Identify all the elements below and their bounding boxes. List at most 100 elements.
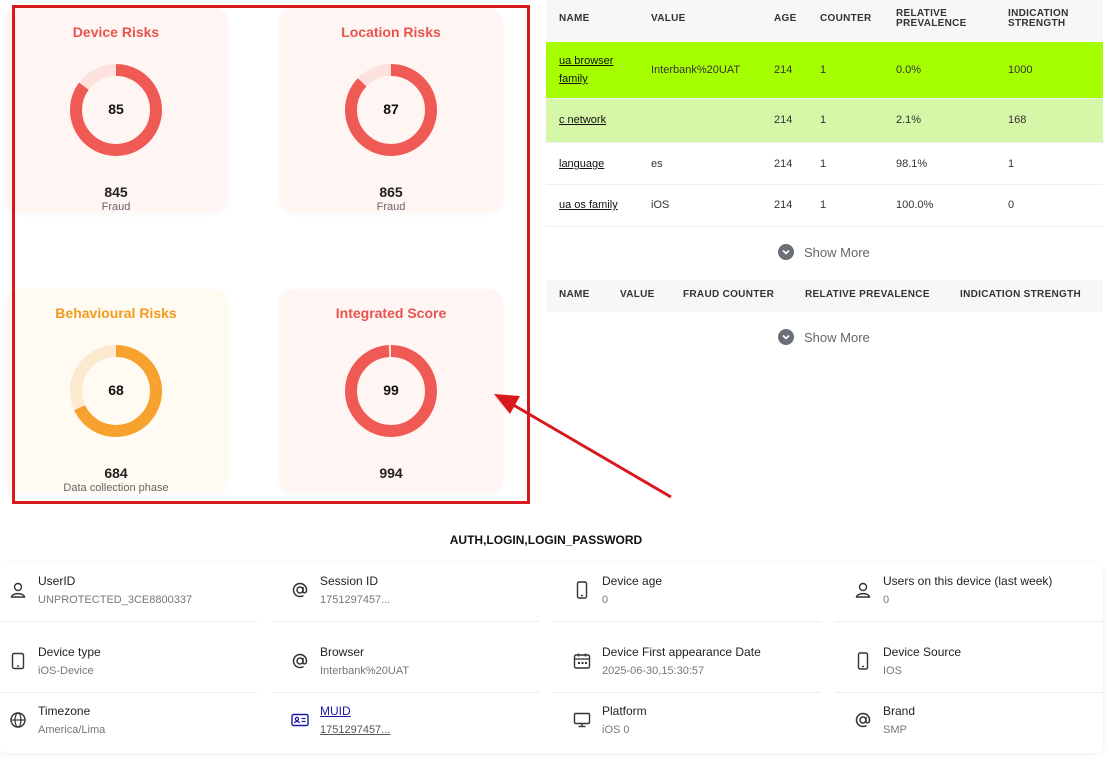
card-title: Behavioural Risks xyxy=(55,305,177,321)
device-risks-card: Device Risks 85 845 Fraud xyxy=(4,8,228,213)
header-counter: COUNTER xyxy=(820,13,872,24)
tablet-icon xyxy=(11,652,25,670)
header-relative-prevalence: RELATIVE PREVALENCE xyxy=(896,8,967,29)
phone-icon xyxy=(576,581,588,599)
info-brand: Brand SMP xyxy=(853,704,1111,760)
row-name-link[interactable]: ua os family xyxy=(559,196,618,214)
globe-icon xyxy=(10,712,26,728)
auth-type-title: AUTH,LOGIN,LOGIN_PASSWORD xyxy=(449,533,643,547)
row-age: 214 xyxy=(774,114,793,126)
chevron-down-icon xyxy=(778,244,794,260)
risk-score: 85 xyxy=(108,101,124,117)
risk-donut: 87 xyxy=(341,60,441,160)
header-name: NAME xyxy=(559,13,590,24)
row-strength: 1 xyxy=(1008,158,1015,170)
at-icon xyxy=(292,582,308,598)
risk-count: 994 xyxy=(379,465,403,481)
header-fraud-counter: FRAUD COUNTER xyxy=(683,289,775,300)
row-name-link[interactable]: language xyxy=(559,155,604,173)
info-label: Session ID xyxy=(320,574,379,588)
user-icon xyxy=(10,582,26,598)
card-title: Location Risks xyxy=(341,24,441,40)
row-strength: 1000 xyxy=(1008,64,1033,76)
chevron-down-icon xyxy=(778,329,794,345)
info-device-age: Device age 0 xyxy=(572,574,832,630)
header-indication-strength: INDICATION STRENGTH xyxy=(960,289,1082,300)
row-name-link[interactable]: c network xyxy=(559,111,606,129)
info-value: iOS 0 xyxy=(602,724,630,736)
show-more-label: Show More xyxy=(804,329,870,345)
info-device-type: Device type iOS-Device xyxy=(8,645,268,701)
muid-link[interactable]: MUID xyxy=(320,704,351,718)
header-name: NAME xyxy=(559,289,590,300)
info-value: 0 xyxy=(602,594,609,606)
fraud-table-header: NAME VALUE FRAUD COUNTER RELATIVE PREVAL… xyxy=(546,280,1103,312)
row-counter: 1 xyxy=(820,114,827,126)
info-users-on-device: Users on this device (last week) 0 xyxy=(853,574,1111,630)
risk-donut: 85 xyxy=(66,60,166,160)
row-age: 214 xyxy=(774,64,793,76)
info-platform: Platform iOS 0 xyxy=(572,704,832,760)
table-row: c network 214 1 2.1% 168 xyxy=(546,99,1103,143)
info-label: Browser xyxy=(320,645,365,659)
info-muid: MUID 1751297457... xyxy=(290,704,550,760)
risk-subtitle: Fraud xyxy=(101,201,131,213)
risk-count: 684 xyxy=(104,465,128,481)
info-label: Platform xyxy=(602,704,647,718)
row-age: 214 xyxy=(774,158,793,170)
info-first-appearance: Device First appearance Date 2025-06-30,… xyxy=(572,645,832,701)
location-risks-card: Location Risks 87 865 Fraud xyxy=(279,8,503,213)
info-timezone: Timezone America/Lima xyxy=(8,704,268,760)
risk-score: 99 xyxy=(383,382,399,398)
integrated-score-card: Integrated Score 99 994 xyxy=(279,289,503,493)
risk-score: 87 xyxy=(383,101,399,117)
row-prevalence: 98.1% xyxy=(896,158,928,170)
info-label: Device age xyxy=(602,574,663,588)
risk-count: 845 xyxy=(104,184,128,200)
device-attributes-table: NAME VALUE AGE COUNTER RELATIVE PREVALEN… xyxy=(546,0,1103,227)
header-value: VALUE xyxy=(620,289,655,300)
muid-value-link[interactable]: 1751297457... xyxy=(320,724,390,736)
info-label: Users on this device (last week) xyxy=(883,574,1053,588)
header-value: VALUE xyxy=(651,13,686,24)
info-value: IOS xyxy=(883,665,902,677)
row-value: es xyxy=(651,158,663,170)
risk-subtitle: Data collection phase xyxy=(63,482,169,494)
info-device-source: Device Source IOS xyxy=(853,645,1111,701)
info-label: Device Source xyxy=(883,645,962,659)
info-label: Timezone xyxy=(38,704,91,718)
row-prevalence: 0.0% xyxy=(896,64,922,76)
risk-donut: 68 xyxy=(66,341,166,441)
row-value: Interbank%20UAT xyxy=(651,64,741,76)
row-strength: 168 xyxy=(1008,114,1027,126)
info-value: 1751297457... xyxy=(320,594,391,606)
calendar-icon xyxy=(573,653,591,669)
info-value: iOS-Device xyxy=(38,665,94,677)
header-indication-strength: INDICATION STRENGTH xyxy=(1008,8,1069,29)
show-more-button[interactable]: Show More xyxy=(778,329,870,345)
behavioural-risks-card: Behavioural Risks 68 684 Data collection… xyxy=(4,289,228,494)
monitor-icon xyxy=(573,712,591,728)
info-value: 0 xyxy=(883,594,890,606)
row-counter: 1 xyxy=(820,158,827,170)
show-more-label: Show More xyxy=(804,244,870,260)
card-title: Device Risks xyxy=(72,24,160,40)
card-title: Integrated Score xyxy=(335,305,447,321)
info-value: SMP xyxy=(883,724,907,736)
id-card-icon xyxy=(291,713,309,727)
at-icon xyxy=(855,712,871,728)
risk-count: 865 xyxy=(379,184,403,200)
info-userid: UserID UNPROTECTED_3CE8800337 xyxy=(8,574,268,630)
table-row: language es 214 1 98.1% 1 xyxy=(546,143,1103,185)
header-age: AGE xyxy=(774,13,797,24)
row-name-link[interactable]: ua browser family xyxy=(559,52,639,88)
table-header: NAME VALUE AGE COUNTER RELATIVE PREVALEN… xyxy=(546,0,1103,42)
show-more-button[interactable]: Show More xyxy=(778,244,870,260)
info-session-id: Session ID 1751297457... xyxy=(290,574,550,630)
header-relative-prevalence: RELATIVE PREVALENCE xyxy=(805,289,930,300)
risk-donut: 99 xyxy=(341,341,441,441)
row-age: 214 xyxy=(774,199,793,211)
info-label: Brand xyxy=(883,704,916,718)
info-value: America/Lima xyxy=(38,724,106,736)
at-icon xyxy=(292,653,308,669)
